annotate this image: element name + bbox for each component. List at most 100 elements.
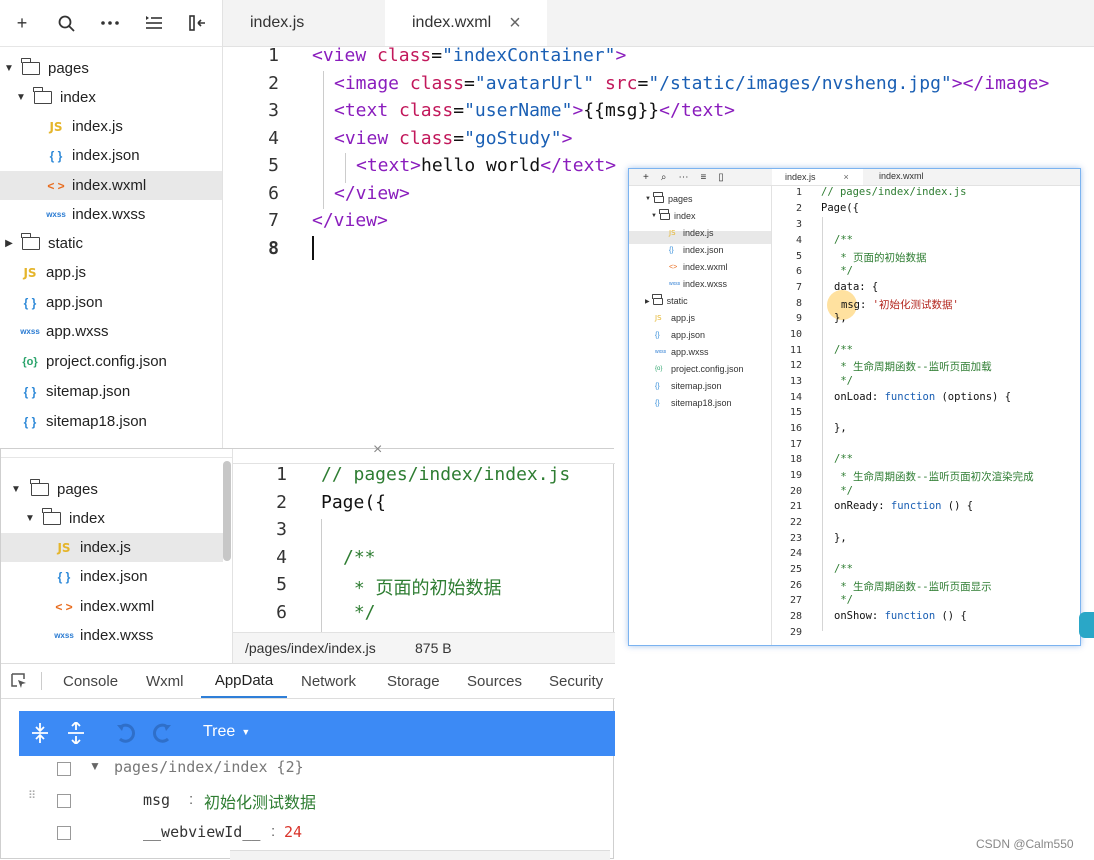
tree-file-index-wxss[interactable]: wxss index.wxss: [0, 200, 222, 229]
tab-appdata[interactable]: AppData: [201, 664, 287, 698]
code-line: // pages/index/index.js: [321, 464, 571, 485]
tree-file-index-json[interactable]: { } index.json: [0, 141, 222, 170]
tab-wxml[interactable]: Wxml: [146, 664, 184, 698]
drag-handle-icon[interactable]: [57, 794, 71, 808]
tree-file-index-wxss[interactable]: wxss index.wxss: [1, 621, 223, 650]
tree-folder-index[interactable]: ▼ index: [0, 83, 222, 112]
tree-file-index-json[interactable]: { } index.json: [1, 562, 223, 591]
tree-label: index.js: [80, 539, 131, 556]
tab-network[interactable]: Network: [301, 664, 356, 698]
js-file-icon: JS: [49, 119, 63, 134]
close-icon[interactable]: ×: [509, 12, 521, 35]
thumb-tree-item[interactable]: wxss app.wxss: [655, 347, 709, 357]
tree-label: index.json: [72, 147, 140, 164]
split-icon[interactable]: [176, 0, 220, 46]
explorer-toolbar: +: [0, 0, 222, 47]
outline-icon[interactable]: ≡: [700, 172, 706, 183]
thumb-tab-index-js[interactable]: index.js ×: [772, 169, 863, 185]
expand-caret-icon[interactable]: ▼: [89, 759, 101, 773]
tab-index-js[interactable]: index.js: [223, 0, 383, 46]
scrollbar-thumb[interactable]: [223, 461, 231, 561]
devtools-window: ▼ pages ▼ index JS index.js { } index.js…: [0, 441, 615, 859]
tree-folder-static[interactable]: ▶ static: [0, 229, 222, 258]
caret-down-icon: ▼: [4, 63, 14, 74]
drag-grip-icon[interactable]: ⠿: [28, 791, 37, 802]
thumb-code-line: */: [834, 485, 853, 497]
wxml-file-icon: < >: [55, 599, 73, 614]
code-line-6: </view>: [334, 183, 410, 204]
search-icon[interactable]: ⌕: [661, 172, 667, 183]
tab-storage[interactable]: Storage: [387, 664, 440, 698]
tree-file-index-wxml[interactable]: < > index.wxml: [1, 592, 223, 621]
plus-icon[interactable]: +: [0, 0, 44, 46]
tree-file-project-config[interactable]: {o} project.config.json: [0, 347, 222, 376]
thumb-tree-item[interactable]: JS index.js: [669, 228, 714, 238]
drag-handle-icon[interactable]: [57, 826, 71, 840]
search-icon[interactable]: [44, 0, 88, 46]
thumb-tree-item[interactable]: {} sitemap18.json: [655, 398, 732, 408]
tree-file-sitemap18[interactable]: { } sitemap18.json: [0, 407, 222, 436]
tree-label: sitemap.json: [46, 383, 131, 400]
close-icon[interactable]: ×: [373, 441, 382, 459]
appdata-webview-value[interactable]: 24: [284, 823, 302, 841]
expand-all-icon[interactable]: [31, 722, 49, 749]
tree-file-index-wxml[interactable]: < > index.wxml: [0, 171, 222, 200]
line-number: 29: [789, 627, 802, 638]
colon: :: [271, 823, 276, 840]
indent-guide: [345, 153, 346, 183]
code-line-3: <text class="userName">{{msg}}</text>: [334, 100, 735, 121]
tree-label: index: [69, 510, 105, 527]
thumb-tree-item[interactable]: ▶ static: [645, 293, 688, 306]
thumb-tree-item[interactable]: ▼ pages: [645, 191, 692, 204]
tab-console[interactable]: Console: [63, 664, 118, 698]
tab-label: index.wxml: [412, 14, 492, 31]
tree-folder-pages[interactable]: ▼ pages: [1, 475, 223, 504]
plus-icon[interactable]: +: [643, 172, 649, 183]
thumb-tree-item[interactable]: <> index.wxml: [669, 262, 728, 272]
code-line-4: <view class="goStudy">: [334, 128, 573, 149]
tree-file-app-js[interactable]: JS app.js: [0, 258, 222, 287]
outline-icon[interactable]: [132, 0, 176, 46]
floating-widget-icon[interactable]: [1079, 612, 1094, 638]
more-icon[interactable]: [88, 0, 132, 46]
tree-file-index-js[interactable]: JS index.js: [0, 112, 222, 141]
tree-file-app-json[interactable]: { } app.json: [0, 288, 222, 317]
tree-file-app-wxss[interactable]: wxss app.wxss: [0, 317, 222, 346]
thumb-tab-index-wxml[interactable]: index.wxml: [879, 171, 924, 181]
tree-folder-index[interactable]: ▼ index: [1, 504, 223, 533]
tree-file-sitemap[interactable]: { } sitemap.json: [0, 377, 222, 406]
tree-folder-pages[interactable]: ▼ pages: [0, 54, 222, 83]
thumb-code-line: */: [834, 375, 853, 387]
collapse-all-icon[interactable]: [67, 720, 85, 749]
mode-dropdown[interactable]: Tree ▼: [203, 723, 250, 741]
thumb-code-line: onShow: function () {: [834, 610, 967, 622]
thumb-tree-item[interactable]: ▼ index: [651, 208, 695, 221]
status-bar: /pages/index/index.js 875 B: [233, 632, 615, 664]
thumb-tree-item[interactable]: {} app.json: [655, 330, 705, 340]
close-icon[interactable]: ×: [844, 172, 849, 182]
tab-security[interactable]: Security: [549, 664, 603, 698]
thumb-code-line: /**: [834, 563, 853, 575]
line-number: 28: [789, 611, 802, 622]
bottom-code-editor[interactable]: 1 2 3 4 5 6 // pages/index/index.js Page…: [233, 464, 615, 632]
thumb-tree-item[interactable]: {} sitemap.json: [655, 381, 722, 391]
thumb-tree-item[interactable]: {o} project.config.json: [655, 364, 744, 374]
line-number: 26: [789, 580, 802, 591]
undo-icon[interactable]: [115, 722, 137, 749]
split-icon[interactable]: ▯: [718, 172, 724, 183]
thumb-tree-item[interactable]: wxss index.wxss: [669, 279, 727, 289]
line-number: 4: [276, 547, 287, 568]
more-icon[interactable]: ⋯: [678, 172, 688, 183]
tree-label: project.config.json: [46, 353, 167, 370]
thumb-tree-item[interactable]: JS app.js: [655, 313, 695, 323]
appdata-msg-value[interactable]: 初始化测试数据: [204, 789, 316, 813]
tab-label: index.js: [250, 14, 305, 31]
tab-sources[interactable]: Sources: [467, 664, 522, 698]
redo-icon[interactable]: [151, 722, 173, 749]
thumb-tree-item[interactable]: {} index.json: [669, 245, 724, 255]
tab-index-wxml[interactable]: index.wxml ×: [385, 0, 547, 46]
thumb-code-line: data: {: [834, 281, 879, 293]
tree-file-index-js[interactable]: JS index.js: [1, 533, 223, 562]
inspect-icon[interactable]: [10, 672, 26, 688]
drag-handle-icon[interactable]: [57, 762, 71, 776]
